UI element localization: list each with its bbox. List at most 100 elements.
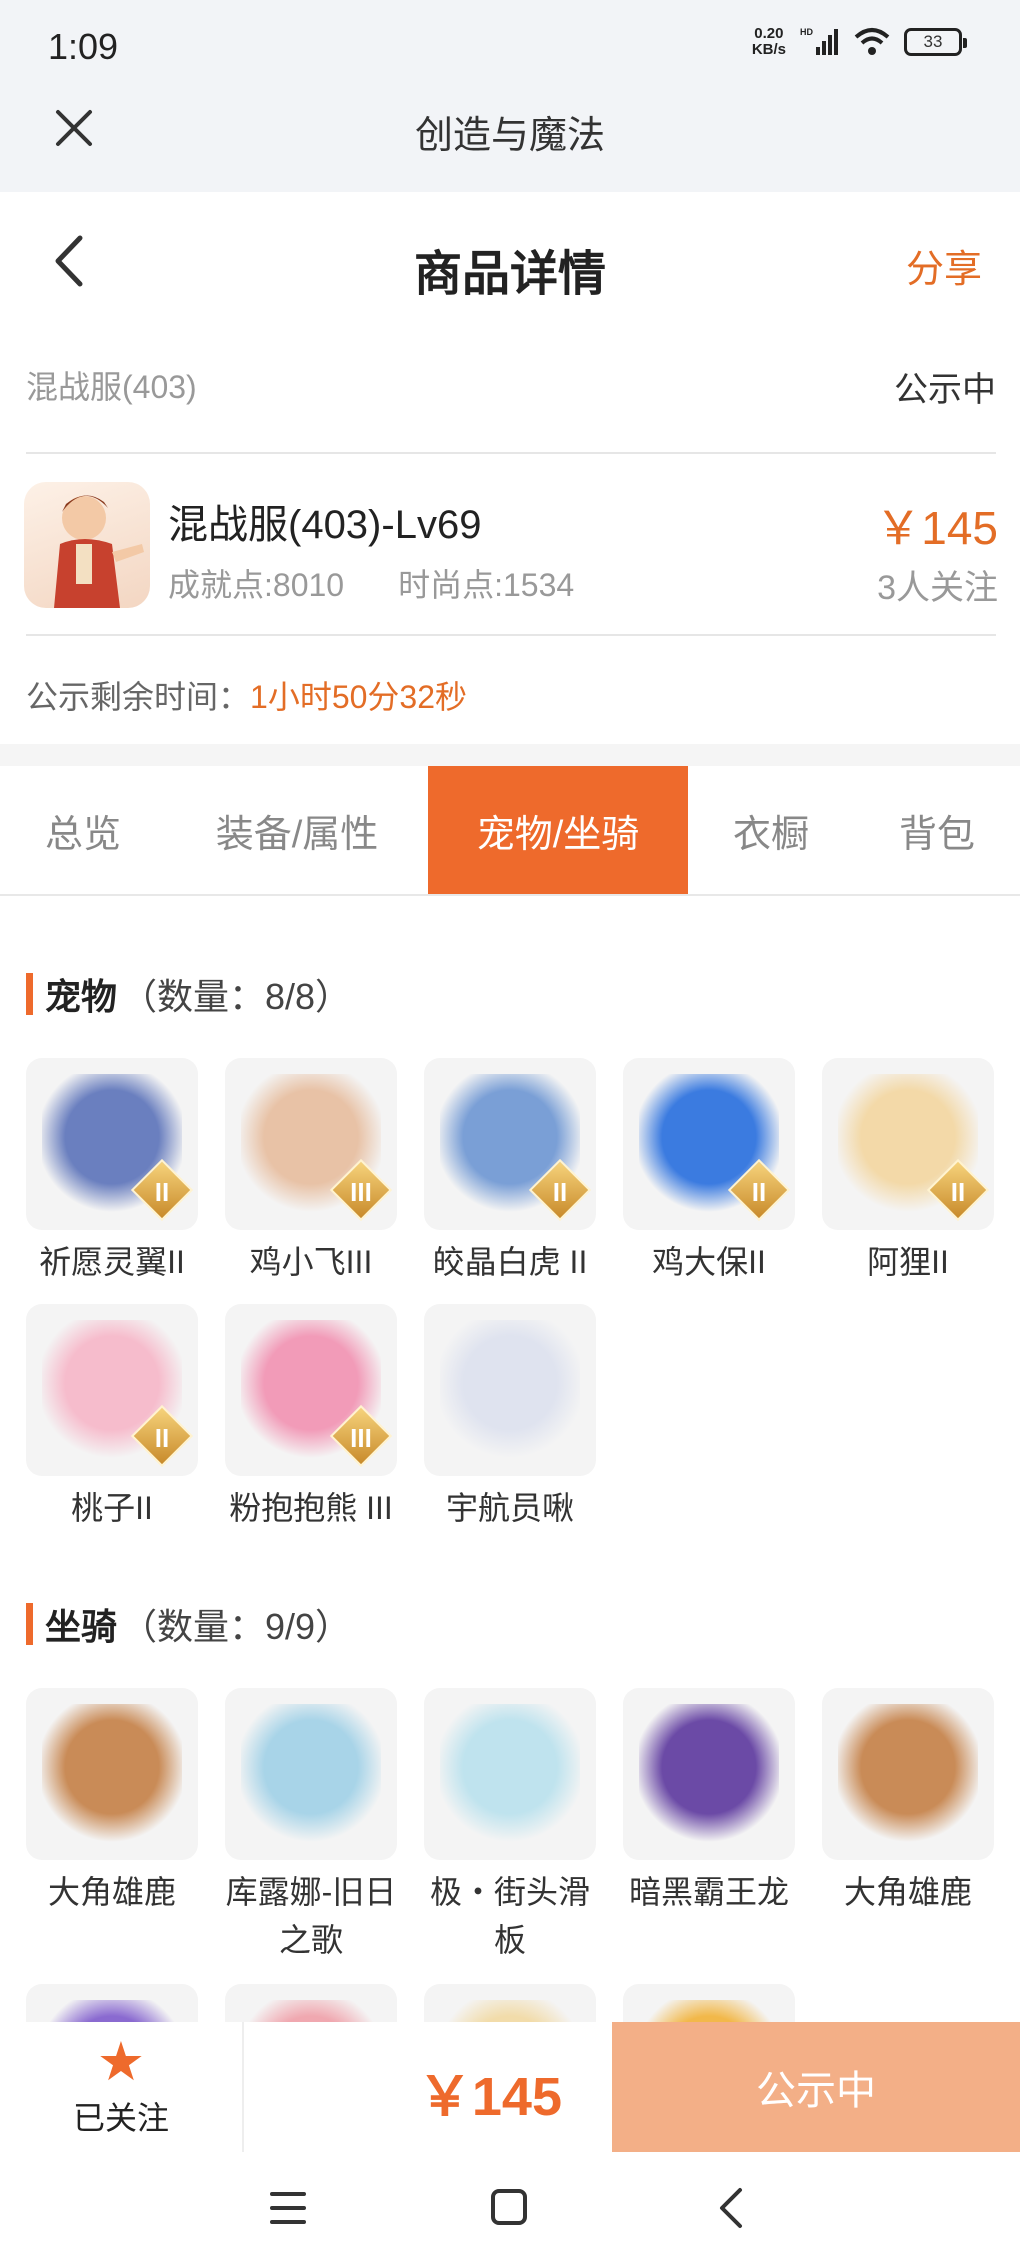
mount-card[interactable]: 极・街头滑板	[424, 1688, 596, 1964]
tier-badge-text: III	[350, 1423, 372, 1453]
follow-button[interactable]: ★ 已关注	[0, 2022, 242, 2152]
tier-badge-text: II	[154, 1177, 170, 1207]
server-name: 混战服(403)	[26, 369, 197, 405]
mount-image	[440, 2000, 580, 2022]
mount-thumbnail	[26, 1984, 198, 2022]
mounts-title: 坐骑	[45, 1606, 118, 1647]
pet-thumbnail: II	[623, 1058, 795, 1230]
status-time: 1:09	[48, 26, 119, 67]
divider	[242, 2022, 244, 2152]
pet-thumbnail: II	[822, 1058, 994, 1230]
tab-backpack[interactable]: 背包	[854, 766, 1020, 894]
mount-image	[42, 2000, 182, 2022]
achievement-points: 成就点:8010	[168, 567, 345, 603]
item-price: ￥145	[875, 502, 998, 554]
back-icon[interactable]	[716, 2186, 746, 2230]
server-row: 混战服(403) 公示中	[26, 362, 996, 411]
pet-card[interactable]: II 祈愿灵翼II	[26, 1058, 198, 1286]
pet-name: 宇航员啾	[445, 1490, 574, 1526]
mount-name: 库露娜-旧日之歌	[225, 1874, 397, 1958]
wifi-icon	[854, 28, 890, 55]
status-icons: 0.20 KB/s HD 33	[752, 26, 967, 58]
tier-badge-text: II	[552, 1177, 568, 1207]
tier-badge-text: III	[350, 1177, 372, 1207]
menu-icon[interactable]	[268, 2190, 308, 2226]
mount-name: 大角雄鹿	[47, 1874, 176, 1910]
pet-card[interactable]: II 桃子II	[26, 1304, 198, 1532]
pet-thumbnail: III	[225, 1058, 397, 1230]
tab-overview[interactable]: 总览	[0, 766, 166, 894]
pet-card[interactable]: III 鸡小飞III	[225, 1058, 397, 1286]
detail-tabs: 总览 装备/属性 宠物/坐骑 衣橱 背包	[0, 766, 1020, 896]
pet-thumbnail	[424, 1304, 596, 1476]
mount-name: 暗黑霸王龙	[628, 1874, 789, 1910]
tab-equipment[interactable]: 装备/属性	[166, 766, 428, 894]
mount-card[interactable]	[623, 1984, 795, 2022]
mount-image	[639, 2000, 779, 2022]
mount-image	[241, 1704, 381, 1844]
network-speed-value: 0.20	[754, 25, 784, 42]
listing-status: 公示中	[894, 371, 996, 409]
mount-thumbnail	[623, 1984, 795, 2022]
pet-name: 皎晶白虎 II	[432, 1244, 588, 1280]
follower-count: 3人关注	[877, 569, 998, 607]
bottom-action-bar: ★ 已关注 ￥145 公示中	[0, 2022, 1020, 2152]
pet-name: 阿狸II	[867, 1244, 949, 1280]
mount-card[interactable]: 大角雄鹿	[26, 1688, 198, 1916]
network-speed: 0.20 KB/s	[752, 26, 786, 58]
item-name: 混战服(403)-Lv69	[168, 503, 482, 547]
mount-card[interactable]: 大角雄鹿	[822, 1688, 994, 1916]
mount-name: 大角雄鹿	[843, 1874, 972, 1910]
mount-image	[241, 2000, 381, 2022]
pets-title: 宠物	[45, 976, 118, 1017]
mounts-count: （数量：9/9）	[121, 1606, 352, 1647]
mount-thumbnail	[424, 1688, 596, 1860]
tab-wardrobe[interactable]: 衣橱	[688, 766, 854, 894]
divider	[26, 634, 996, 636]
pet-card[interactable]: 宇航员啾	[424, 1304, 596, 1532]
pet-name: 粉抱抱熊 III	[229, 1490, 393, 1526]
home-icon[interactable]	[490, 2188, 528, 2226]
pet-card[interactable]: III 粉抱抱熊 III	[225, 1304, 397, 1532]
pets-section-header: 宠物 （数量：8/8）	[26, 968, 351, 1020]
pet-card[interactable]: II 阿狸II	[822, 1058, 994, 1286]
mount-card[interactable]: 库露娜-旧日之歌	[225, 1688, 397, 1964]
mount-name: 极・街头滑板	[429, 1874, 590, 1958]
pet-thumbnail: II	[26, 1304, 198, 1476]
tier-badge-text: II	[154, 1423, 170, 1453]
mount-image	[440, 1704, 580, 1844]
mount-card[interactable]: 暗黑霸王龙	[623, 1688, 795, 1916]
item-summary: 混战服(403)-Lv69 成就点:8010 时尚点:1534 ￥145 3人关…	[24, 482, 998, 608]
mount-card[interactable]	[225, 1984, 397, 2022]
pet-name: 鸡大保II	[652, 1244, 766, 1280]
mount-thumbnail	[822, 1688, 994, 1860]
countdown-time: 1小时50分32秒	[250, 679, 468, 715]
mount-thumbnail	[26, 1688, 198, 1860]
tab-pets-mounts[interactable]: 宠物/坐骑	[428, 766, 688, 894]
share-button[interactable]: 分享	[906, 238, 982, 293]
countdown-label: 公示剩余时间：	[26, 679, 251, 715]
mount-card[interactable]	[424, 1984, 596, 2022]
pet-card[interactable]: II 皎晶白虎 II	[424, 1058, 596, 1286]
fashion-points: 时尚点:1534	[398, 567, 575, 603]
system-nav-bar	[0, 2152, 1020, 2267]
signal-icon: HD	[800, 27, 838, 55]
tier-badge-text: II	[950, 1177, 966, 1207]
mount-image	[838, 1704, 978, 1844]
divider	[26, 452, 996, 454]
page-title: 商品详情	[413, 248, 606, 301]
publicity-button[interactable]: 公示中	[612, 2022, 1020, 2152]
pet-name: 桃子II	[71, 1490, 153, 1526]
pet-thumbnail: II	[26, 1058, 198, 1230]
pet-name: 祈愿灵翼II	[39, 1244, 185, 1280]
character-avatar	[24, 482, 150, 608]
mount-card[interactable]	[26, 1984, 198, 2022]
mount-thumbnail	[225, 1984, 397, 2022]
app-title: 创造与魔法	[414, 115, 605, 157]
item-stats: 成就点:8010 时尚点:1534	[168, 560, 574, 606]
net-type-text: HD	[800, 27, 813, 37]
mounts-section-header: 坐骑 （数量：9/9）	[26, 1598, 351, 1650]
pet-card[interactable]: II 鸡大保II	[623, 1058, 795, 1286]
section-gap	[0, 744, 1020, 766]
pet-image	[440, 1320, 580, 1460]
